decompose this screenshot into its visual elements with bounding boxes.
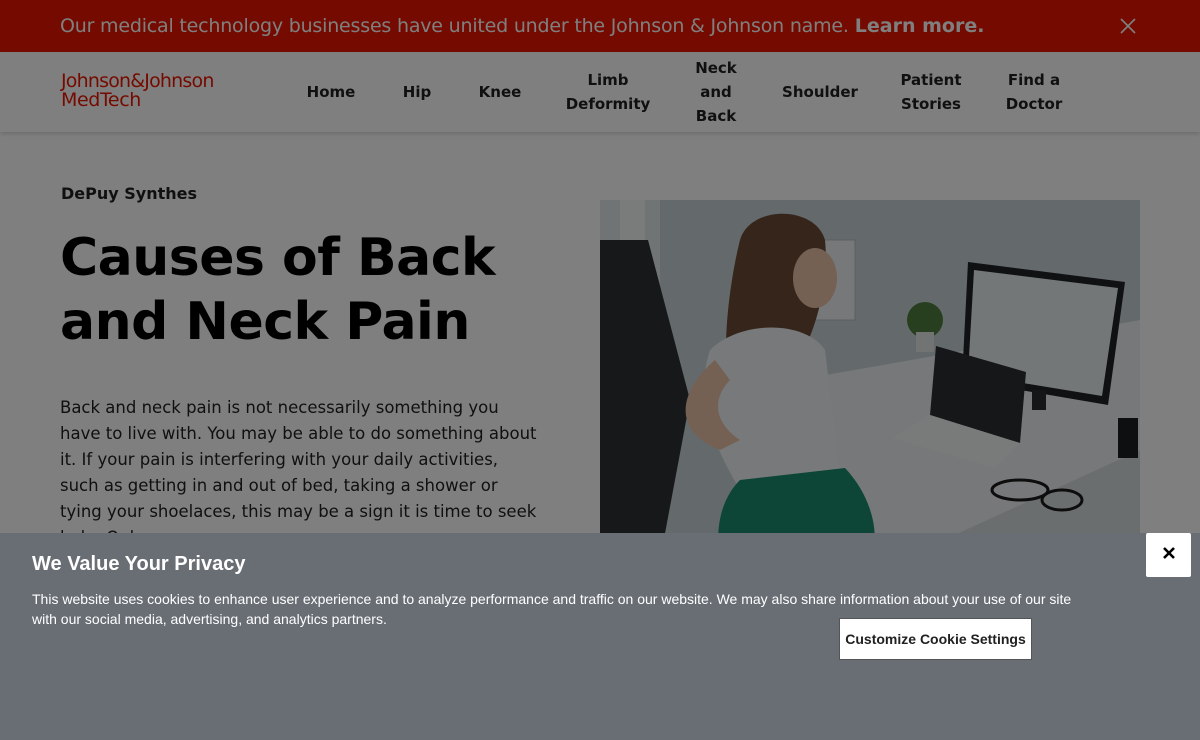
close-icon bbox=[1162, 546, 1176, 565]
cookie-consent-panel: We Value Your Privacy This website uses … bbox=[0, 533, 1200, 740]
cookie-close-button[interactable] bbox=[1146, 533, 1191, 577]
customize-cookie-settings-button[interactable]: Customize Cookie Settings bbox=[839, 618, 1032, 660]
cookie-title: We Value Your Privacy bbox=[32, 553, 246, 575]
